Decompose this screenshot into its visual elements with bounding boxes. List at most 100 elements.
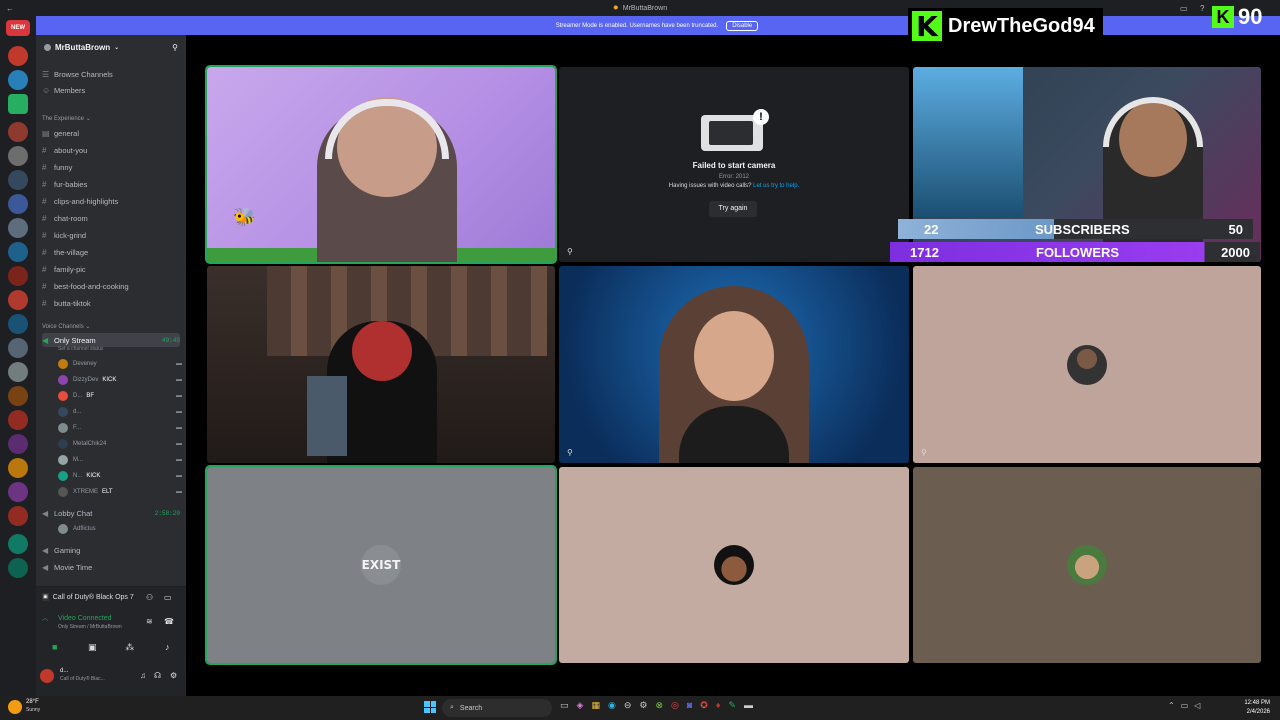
- server-icon[interactable]: [8, 146, 28, 166]
- noise-suppression-icon[interactable]: ≋: [146, 617, 153, 626]
- video-tile-8[interactable]: [559, 467, 909, 663]
- person-icon[interactable]: ⚇: [146, 593, 153, 602]
- server-header[interactable]: MrButtaBrown ⌄ ⚲: [36, 35, 186, 59]
- server-icon[interactable]: [8, 558, 28, 578]
- server-icon[interactable]: [8, 170, 28, 190]
- channel-funny[interactable]: # funny: [42, 160, 180, 174]
- server-icon[interactable]: [8, 266, 28, 286]
- activities-button[interactable]: ⁂: [116, 642, 144, 658]
- server-icon[interactable]: [8, 386, 28, 406]
- app-icon[interactable]: ⊖: [624, 700, 632, 711]
- activity-row[interactable]: ▣ Call of Duty® Black Ops 7: [42, 593, 134, 601]
- voice-user[interactable]: N... KICK ▬: [58, 469, 182, 483]
- video-tile-5[interactable]: ⚲: [559, 266, 909, 463]
- settings-icon[interactable]: ⚙: [639, 700, 647, 711]
- app-icon[interactable]: ▬: [744, 700, 753, 711]
- server-icon[interactable]: [8, 194, 28, 214]
- voice-channel-only-stream[interactable]: ◀ Only Stream 49:49: [42, 333, 180, 347]
- app-icon[interactable]: ✪: [700, 700, 708, 711]
- voice-status-sub[interactable]: Only Stream / MrButtaBrown: [58, 624, 122, 630]
- voice-user[interactable]: MetalChik24 ▬: [58, 437, 182, 451]
- voice-status-title[interactable]: Video Connected: [58, 615, 112, 622]
- clock[interactable]: 12:48 PM 2/4/2026: [1244, 699, 1270, 717]
- channel-clips[interactable]: # clips-and-highlights: [42, 194, 180, 208]
- task-view-icon[interactable]: ▭: [560, 700, 569, 711]
- voice-user[interactable]: XTREME ELT ▬: [58, 485, 182, 499]
- server-icon[interactable]: [8, 506, 28, 526]
- server-icon[interactable]: [8, 242, 28, 262]
- server-icon[interactable]: [8, 290, 28, 310]
- app-icon[interactable]: ✎: [728, 700, 736, 711]
- pin-icon[interactable]: ⚲: [921, 448, 927, 457]
- server-icon[interactable]: [8, 482, 28, 502]
- inbox-icon[interactable]: ▭: [1180, 4, 1188, 13]
- app-icon[interactable]: ♦: [716, 700, 721, 711]
- soundboard-button[interactable]: ♪: [153, 642, 181, 658]
- network-icon[interactable]: ▭: [1181, 701, 1189, 710]
- server-icon[interactable]: [8, 362, 28, 382]
- category-voice[interactable]: Voice Channels ⌄: [42, 323, 90, 330]
- category-the-experience[interactable]: The Experience ⌄: [42, 115, 91, 122]
- browse-channels[interactable]: ☰ Browse Channels: [42, 67, 180, 81]
- disable-streamer-mode-button[interactable]: Disable: [726, 20, 759, 31]
- pin-icon[interactable]: ⚲: [567, 448, 573, 457]
- edge-icon[interactable]: ◉: [608, 700, 616, 711]
- voice-user[interactable]: Adflictus: [58, 522, 182, 536]
- try-again-button[interactable]: Try again: [709, 201, 757, 217]
- server-icon[interactable]: [8, 218, 28, 238]
- add-user-icon[interactable]: ⚲: [172, 43, 178, 52]
- members-link[interactable]: ☺ Members: [42, 83, 180, 97]
- user-name[interactable]: d...: [60, 668, 68, 674]
- channel-butta-tiktok[interactable]: # butta-tiktok: [42, 296, 180, 310]
- voice-user[interactable]: M... ▬: [58, 453, 182, 467]
- server-icon[interactable]: [8, 122, 28, 142]
- server-icon[interactable]: [8, 458, 28, 478]
- screen-share-button[interactable]: ▣: [78, 642, 106, 658]
- channel-fur-babies[interactable]: # fur-babies: [42, 177, 180, 191]
- server-icon[interactable]: [8, 46, 28, 66]
- video-tile-9[interactable]: [913, 467, 1261, 663]
- server-icon[interactable]: [8, 338, 28, 358]
- avatar[interactable]: [40, 669, 54, 683]
- channel-best-food[interactable]: # best-food-and-cooking: [42, 279, 180, 293]
- volume-icon[interactable]: ◁: [1194, 701, 1200, 710]
- microphone-icon[interactable]: ♫: [140, 671, 146, 680]
- channel-general[interactable]: ▤ general: [42, 126, 180, 140]
- video-tile-6[interactable]: ⚲: [913, 266, 1261, 463]
- channel-kick-grind[interactable]: # kick-grind: [42, 228, 180, 242]
- server-icon[interactable]: [8, 314, 28, 334]
- video-tile-4[interactable]: [207, 266, 555, 463]
- weather-icon[interactable]: [8, 700, 22, 714]
- server-icon[interactable]: [8, 94, 28, 114]
- pin-icon[interactable]: ⚲: [567, 247, 573, 256]
- voice-user[interactable]: DizzyDev KICK ▬: [58, 373, 182, 387]
- help-link[interactable]: Let us try to help.: [753, 183, 799, 189]
- channel-status[interactable]: Set a channel status: [58, 346, 103, 352]
- voice-user[interactable]: d... ▬: [58, 405, 182, 419]
- weather-desc[interactable]: Sunny: [26, 707, 40, 713]
- server-icon[interactable]: [8, 410, 28, 430]
- help-icon[interactable]: ?: [1200, 4, 1204, 13]
- copilot-icon[interactable]: ◈: [577, 700, 584, 711]
- headphones-icon[interactable]: ☊: [154, 671, 161, 680]
- voice-user[interactable]: Deveney ▬: [58, 357, 182, 371]
- windows-start-icon[interactable]: [424, 701, 436, 713]
- discord-icon[interactable]: ◙: [687, 700, 692, 711]
- file-explorer-icon[interactable]: ▦: [591, 700, 600, 711]
- channel-family-pic[interactable]: # family-pic: [42, 262, 180, 276]
- channel-the-village[interactable]: # the-village: [42, 245, 180, 259]
- back-arrow-icon[interactable]: ←: [6, 4, 14, 13]
- server-icon[interactable]: [8, 70, 28, 90]
- voice-channel-gaming[interactable]: ◀ Gaming: [42, 543, 180, 557]
- xbox-icon[interactable]: ⊗: [655, 700, 663, 711]
- video-tile-camera-error[interactable]: ! Failed to start camera Error: 2012 Hav…: [559, 67, 909, 262]
- voice-user[interactable]: F... ▬: [58, 421, 182, 435]
- server-icon[interactable]: [8, 534, 28, 554]
- voice-channel-movie-time[interactable]: ◀ Movie Time: [42, 560, 180, 574]
- channel-about-you[interactable]: # about-you: [42, 143, 180, 157]
- video-tile-1[interactable]: 🐝: [205, 65, 557, 264]
- voice-user[interactable]: D... BF ▬: [58, 389, 182, 403]
- camera-button[interactable]: ■: [40, 642, 69, 658]
- user-status[interactable]: Call of Duty® Blac...: [60, 676, 105, 682]
- new-badge[interactable]: NEW: [6, 20, 30, 36]
